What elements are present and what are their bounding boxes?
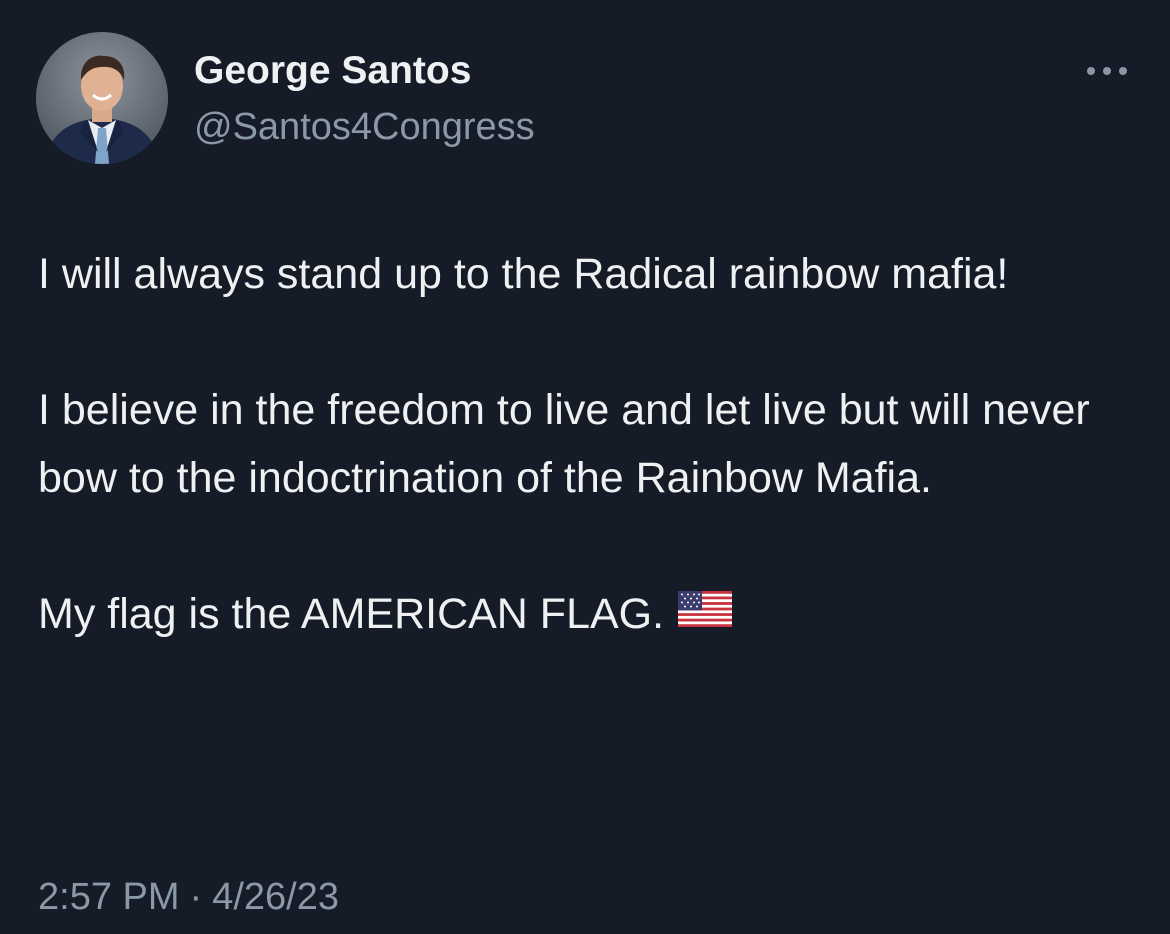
meta-separator: ·	[189, 876, 203, 918]
tweet-text: I will always stand up to the Radical ra…	[38, 240, 1138, 651]
tweet-card: George Santos @Santos4Congress I will al…	[0, 0, 1170, 934]
profile-photo-icon	[36, 32, 168, 164]
tweet-timestamp[interactable]: 2:57 PM · 4/26/23	[38, 872, 339, 922]
tweet-paragraph-last: My flag is the AMERICAN FLAG.	[38, 580, 1138, 651]
us-flag-emoji-icon	[678, 579, 733, 647]
tweet-paragraph: I believe in the freedom to live and let…	[38, 386, 1090, 502]
tweet-paragraph-text: My flag is the AMERICAN FLAG.	[38, 590, 665, 638]
more-horizontal-icon	[1087, 67, 1127, 75]
author-avatar[interactable]	[36, 32, 168, 164]
tweet-paragraph: I will always stand up to the Radical ra…	[38, 250, 1009, 298]
tweet-date: 4/26/23	[212, 876, 339, 918]
author-handle[interactable]: @Santos4Congress	[194, 104, 535, 150]
more-options-button[interactable]	[1083, 60, 1131, 82]
author-name[interactable]: George Santos	[194, 48, 471, 94]
tweet-time: 2:57 PM	[38, 876, 180, 918]
